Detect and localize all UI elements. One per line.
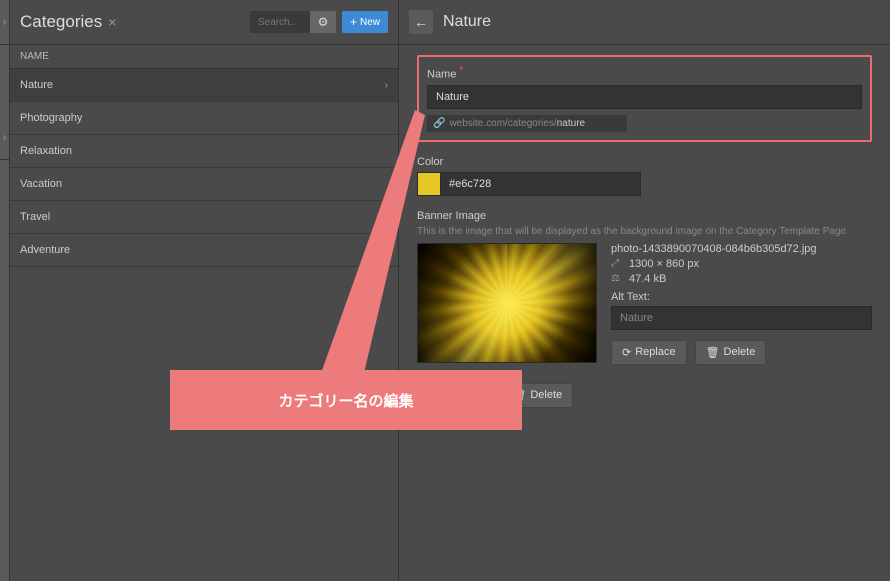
list-item-label: Relaxation xyxy=(20,145,72,157)
callout-annotation: カテゴリー名の編集 xyxy=(170,370,522,430)
file-size: ⚖47.4 kB xyxy=(611,273,872,285)
banner-meta: photo-1433890070408-084b6b305d72.jpg ⤢13… xyxy=(611,243,872,365)
banner-helper: This is the image that will be displayed… xyxy=(417,226,872,237)
color-swatch[interactable] xyxy=(417,172,441,196)
alt-label: Alt Text: xyxy=(611,291,872,303)
replace-button[interactable]: ⟳Replace xyxy=(611,340,687,365)
column-header-name: NAME xyxy=(10,45,398,69)
gear-icon[interactable]: ⚙ xyxy=(310,11,336,33)
color-input[interactable] xyxy=(441,172,641,196)
url-preview[interactable]: 🔗 website.com/categories/nature xyxy=(427,115,627,132)
color-label: Color xyxy=(417,156,872,168)
categories-header: Categories × ⚙ +New xyxy=(10,0,398,45)
category-row-adventure[interactable]: Adventure xyxy=(10,234,398,267)
close-icon[interactable]: × xyxy=(108,14,116,30)
detail-header: ← Nature xyxy=(399,0,890,45)
list-item-label: Nature xyxy=(20,79,53,91)
list-item-label: Travel xyxy=(20,211,50,223)
file-name: photo-1433890070408-084b6b305d72.jpg xyxy=(611,243,872,255)
weight-icon: ⚖ xyxy=(611,273,625,284)
new-button[interactable]: +New xyxy=(342,11,388,33)
back-button[interactable]: ← xyxy=(409,10,433,34)
trash-icon: 🗑 xyxy=(706,346,720,359)
category-row-nature[interactable]: Nature › xyxy=(10,69,398,102)
detail-panel: ← Nature Name * 🔗 website.com/categories… xyxy=(398,0,890,581)
color-field: Color xyxy=(417,156,872,196)
banner-label: Banner Image xyxy=(417,210,872,222)
category-row-relaxation[interactable]: Relaxation xyxy=(10,135,398,168)
plus-icon: + xyxy=(350,15,357,29)
categories-title: Categories xyxy=(20,12,102,32)
banner-thumbnail[interactable] xyxy=(417,243,597,363)
delete-image-button[interactable]: 🗑Delete xyxy=(695,340,767,365)
file-dimensions: ⤢1300 × 860 px xyxy=(611,258,872,270)
list-item-label: Photography xyxy=(20,112,82,124)
detail-title: Nature xyxy=(443,13,491,31)
refresh-icon: ⟳ xyxy=(622,346,631,359)
name-field-highlight: Name * 🔗 website.com/categories/nature xyxy=(417,55,872,142)
name-input[interactable] xyxy=(427,85,862,109)
list-item-label: Vacation xyxy=(20,178,62,190)
category-row-vacation[interactable]: Vacation xyxy=(10,168,398,201)
edge-rail: › › xyxy=(0,0,10,581)
banner-field: Banner Image This is the image that will… xyxy=(417,210,872,365)
category-row-travel[interactable]: Travel xyxy=(10,201,398,234)
search-input[interactable] xyxy=(250,11,310,33)
chevron-right-icon: › xyxy=(385,80,388,91)
link-icon: 🔗 xyxy=(433,118,445,129)
expand-icon: ⤢ xyxy=(611,258,625,269)
name-label: Name * xyxy=(427,65,862,81)
rail-chevron-1[interactable]: › xyxy=(0,0,9,45)
category-row-photography[interactable]: Photography xyxy=(10,102,398,135)
categories-panel: Categories × ⚙ +New NAME Nature › Photogr… xyxy=(10,0,398,581)
list-item-label: Adventure xyxy=(20,244,70,256)
alt-input[interactable] xyxy=(611,306,872,330)
rail-chevron-2[interactable]: › xyxy=(0,115,9,160)
